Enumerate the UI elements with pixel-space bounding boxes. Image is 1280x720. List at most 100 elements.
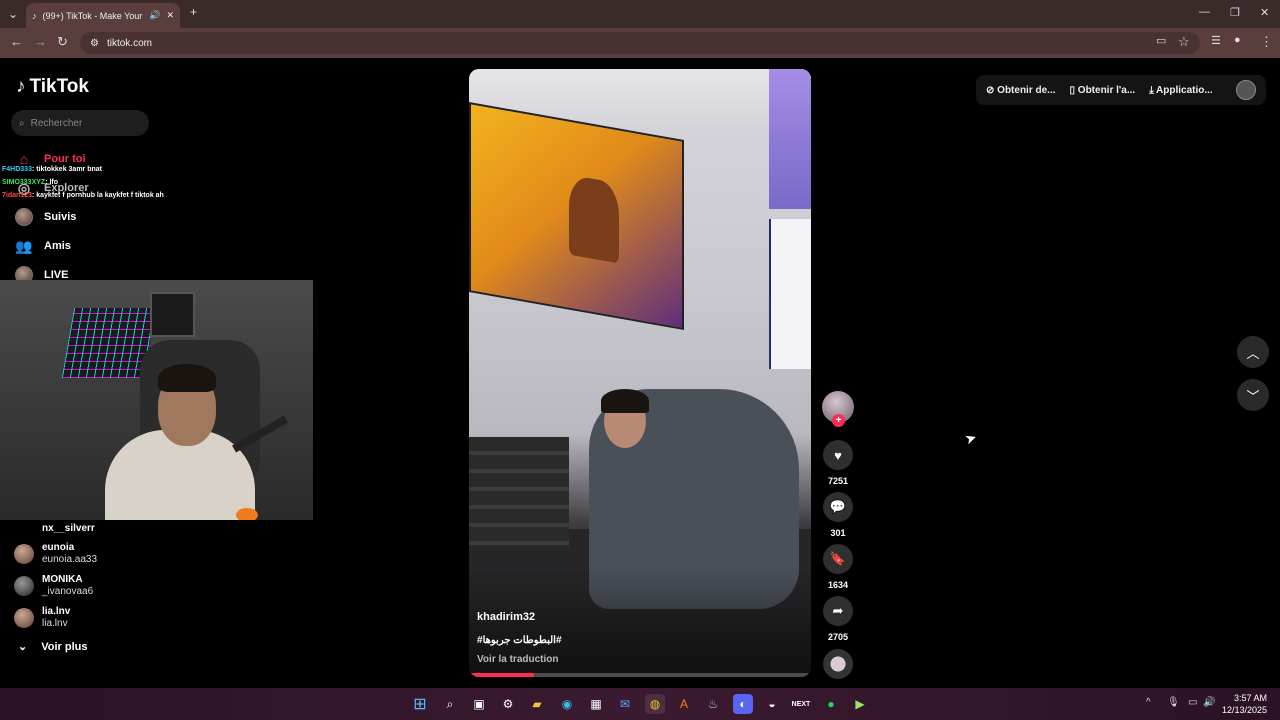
- comment-icon[interactable]: 💬: [823, 492, 853, 522]
- video-author[interactable]: khadirim32: [477, 611, 535, 623]
- following-avatar-icon: [14, 207, 34, 227]
- media-control-icon[interactable]: ☰: [1211, 34, 1221, 47]
- tiktok-note-icon: ♪: [16, 76, 26, 97]
- comment-action[interactable]: 💬 301: [823, 492, 853, 538]
- close-window-button[interactable]: ✕: [1260, 6, 1269, 19]
- next-app-icon[interactable]: NEXT: [791, 694, 811, 714]
- taskbar-clock[interactable]: 3:57 AM 12/13/2025: [1222, 692, 1267, 716]
- get-app-button[interactable]: ▯ Obtenir l'a...: [1070, 85, 1136, 96]
- edge-icon[interactable]: ◉: [557, 694, 577, 714]
- nav-amis[interactable]: 👥 Amis: [14, 236, 71, 256]
- get-coins-button[interactable]: ⊘ Obtenir de...: [986, 85, 1056, 96]
- chrome-icon[interactable]: ◍: [645, 694, 665, 714]
- tab-list-icon[interactable]: ⌄: [8, 7, 18, 21]
- maximize-button[interactable]: ❐: [1230, 6, 1240, 19]
- windows-start-icon[interactable]: ⊞: [410, 694, 430, 714]
- voir-plus-button[interactable]: ⌄ Voir plus: [18, 640, 87, 654]
- minimize-button[interactable]: —: [1199, 6, 1210, 18]
- site-info-icon[interactable]: ⚙: [90, 38, 99, 49]
- app-a-icon[interactable]: A: [674, 694, 694, 714]
- chat-user: SIMO333XYZ: [2, 179, 46, 186]
- tray-chevron-up-icon[interactable]: ^: [1146, 697, 1151, 708]
- browser-toolbar: ← → ↻ ⚙ tiktok.com ▭ ☆ ☰ ● ⋮: [0, 28, 1280, 58]
- tab-title: (99+) TikTok - Make Your Da: [42, 10, 144, 21]
- profile-avatar-icon[interactable]: ●: [1234, 34, 1241, 46]
- terminal-app-icon[interactable]: ▶: [850, 694, 870, 714]
- new-tab-button[interactable]: +: [190, 5, 197, 19]
- steam-icon[interactable]: ♨: [703, 694, 723, 714]
- clock-date: 12/13/2025: [1222, 705, 1268, 715]
- avatar: [14, 576, 34, 596]
- tab-close-icon[interactable]: ✕: [166, 10, 174, 21]
- chevron-up-icon[interactable]: ︿: [1237, 336, 1269, 368]
- windows-taskbar: ⊞ ⌕ ▣ ⚙ ▰ ◉ ▦ ✉ ◍ A ♨ ◐ ◒ NEXT ● ▶ ^ 🎙 ▭…: [0, 688, 1280, 720]
- comment-count: 301: [830, 528, 846, 538]
- like-count: 7251: [827, 476, 849, 486]
- nav-suivis[interactable]: Suivis: [14, 207, 76, 227]
- chat-line-3: 7idan123: kaykfet f pornhub la kaykfet f…: [2, 189, 164, 202]
- browser-tab-strip: ⌄ ♪ (99+) TikTok - Make Your Da 🔊 ✕ + — …: [0, 0, 1280, 28]
- bookmark-icon[interactable]: 🔖: [823, 544, 853, 574]
- task-view-icon[interactable]: ▣: [469, 694, 489, 714]
- spotify-icon[interactable]: ●: [821, 694, 841, 714]
- reload-icon[interactable]: ↻: [57, 34, 68, 50]
- clock-time: 3:57 AM: [1234, 693, 1268, 703]
- address-bar[interactable]: ⚙ tiktok.com: [80, 32, 1200, 54]
- follow-plus-icon[interactable]: +: [832, 414, 845, 427]
- desktop-app-button[interactable]: ⤓ Applicatio...: [1149, 85, 1213, 96]
- video-player[interactable]: khadirim32 #البطوطات جربوها# Voir la tra…: [469, 69, 811, 677]
- settings-icon[interactable]: ⚙: [498, 694, 518, 714]
- tiktok-favicon-icon: ♪: [32, 10, 37, 21]
- back-icon[interactable]: ←: [10, 34, 23, 49]
- chat-user: F4HD333: [2, 166, 32, 173]
- browser-menu-icon[interactable]: ⋮: [1260, 34, 1273, 50]
- chevron-down-icon[interactable]: ﹀: [1237, 379, 1269, 411]
- url-text: tiktok.com: [106, 37, 152, 49]
- chat-text: : tiktokkek 3amr bnat: [31, 166, 102, 173]
- tiktok-logo[interactable]: ♪ TikTok: [16, 76, 89, 98]
- file-explorer-icon[interactable]: ▰: [527, 694, 547, 714]
- video-progress-fill: [469, 673, 534, 677]
- mail-icon[interactable]: ✉: [615, 694, 635, 714]
- following-item[interactable]: nx__silverr: [14, 519, 95, 539]
- bookmark-star-icon[interactable]: ☆: [1178, 34, 1190, 50]
- search-placeholder: Rechercher: [30, 117, 83, 129]
- share-icon[interactable]: ➦: [823, 596, 853, 626]
- store-icon[interactable]: ▦: [586, 694, 606, 714]
- streamer-webcam-overlay: [0, 280, 313, 520]
- search-icon[interactable]: ⌕: [440, 694, 460, 714]
- microphone-icon[interactable]: 🎙: [1167, 697, 1180, 708]
- profile-avatar[interactable]: [1236, 80, 1256, 100]
- following-item[interactable]: eunoia eunoia.aa33: [14, 542, 97, 566]
- friends-icon: 👥: [15, 237, 33, 254]
- audio-icon[interactable]: 🔊: [149, 10, 160, 21]
- chevron-down-icon: ⌄: [18, 641, 28, 653]
- translate-link[interactable]: Voir la traduction: [477, 654, 559, 665]
- tiktok-page: ♪ TikTok ⌕ Rechercher ⌂ Pour toi ◎ Explo…: [0, 58, 1280, 688]
- save-action[interactable]: 🔖 1634: [823, 544, 853, 590]
- volume-icon[interactable]: 🔊: [1203, 697, 1215, 708]
- like-action[interactable]: ♥ 7251: [823, 440, 853, 486]
- search-icon: ⌕: [19, 117, 25, 129]
- following-item[interactable]: lia.lnv lia.lnv: [14, 606, 70, 630]
- chat-line-1: F4HD333: tiktokkek 3amr bnat: [2, 163, 164, 176]
- install-app-icon[interactable]: ▭: [1156, 34, 1166, 47]
- avatar: [14, 608, 34, 628]
- stream-chat-overlay: F4HD333: tiktokkek 3amr bnat SIMO333XYZ:…: [2, 163, 164, 202]
- avatar: [14, 544, 34, 564]
- top-right-actions: ⊘ Obtenir de... ▯ Obtenir l'a... ⤓ Appli…: [976, 75, 1266, 105]
- forward-icon[interactable]: →: [34, 34, 47, 49]
- browser-tab[interactable]: ♪ (99+) TikTok - Make Your Da 🔊 ✕: [26, 3, 180, 28]
- share-action[interactable]: ➦ 2705: [823, 596, 853, 642]
- display-icon[interactable]: ▭: [1188, 697, 1197, 708]
- heart-icon[interactable]: ♥: [823, 440, 853, 470]
- chat-user: 7idan123: [2, 192, 32, 199]
- music-disc-icon[interactable]: [823, 649, 853, 679]
- obs-icon[interactable]: ◒: [762, 694, 782, 714]
- chat-line-2: SIMO333XYZ: lfo: [2, 176, 164, 189]
- video-progress-bar[interactable]: [469, 673, 811, 677]
- following-item[interactable]: MONIKA _ivanovaa6: [14, 574, 93, 598]
- discord-icon[interactable]: ◐: [733, 694, 753, 714]
- chat-text: : kaykfet f pornhub la kaykfet f tiktok …: [31, 192, 164, 199]
- search-input[interactable]: ⌕ Rechercher: [11, 110, 149, 136]
